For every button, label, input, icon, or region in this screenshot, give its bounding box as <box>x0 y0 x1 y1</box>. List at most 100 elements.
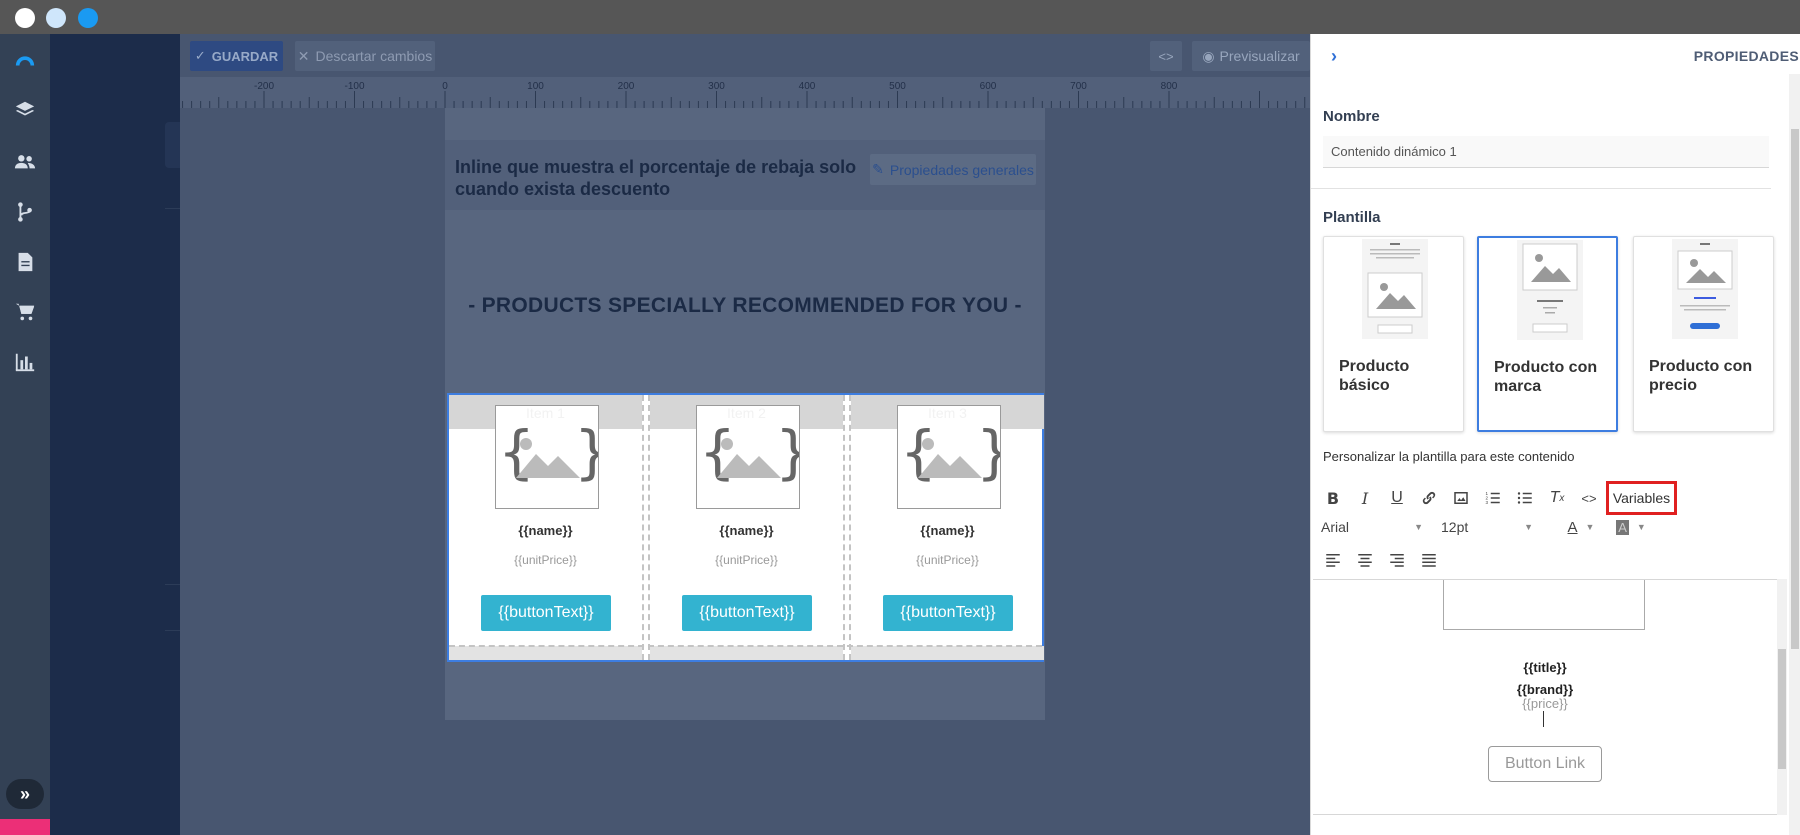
product-price: {{unitPrice}} <box>916 553 979 567</box>
item-label: Item 3 <box>928 405 967 421</box>
template-card-basic[interactable]: Producto básico <box>1323 236 1464 432</box>
ruler-tick-label: -100 <box>344 81 364 92</box>
ruler-tick-label: 100 <box>527 81 544 92</box>
close-icon: ✕ <box>297 47 310 64</box>
product-name: {{name}} <box>920 523 975 538</box>
reports-icon[interactable] <box>13 350 37 374</box>
name-label: Nombre <box>1323 108 1380 125</box>
background-color-button[interactable]: A ▼ <box>1611 515 1651 539</box>
align-left-icon[interactable] <box>1321 548 1345 572</box>
image-icon[interactable] <box>1449 486 1473 510</box>
email-heading: - PRODUCTS SPECIALLY RECOMMENDED FOR YOU… <box>468 294 1022 317</box>
ruler-tick-label: -200 <box>254 81 274 92</box>
preview-button[interactable]: ◉ Previsualizar <box>1192 41 1310 71</box>
link-icon[interactable] <box>1417 486 1441 510</box>
editor-brand-variable: {{brand}} <box>1516 682 1574 697</box>
user-incognito-icon[interactable] <box>0 819 50 835</box>
product-item[interactable]: {} Item 3 {{name}} {{unitPrice}} {{butto… <box>851 395 1044 660</box>
left-rail: » <box>0 34 50 835</box>
rich-text-toolbar: B I U 123 Tx <> Variables Arial ▼ 12pt ▼ A… <box>1311 474 1781 574</box>
source-code-icon[interactable]: <> <box>1577 486 1601 510</box>
panel-scrollbar[interactable] <box>1789 74 1800 835</box>
horizontal-ruler: -200 -100 0 100 200 300 400 500 600 700 800 <box>180 77 1310 108</box>
ruler-tick-label: 800 <box>1161 81 1178 92</box>
ruler-tick-label: 700 <box>1070 81 1087 92</box>
bullet-list-icon[interactable] <box>1513 486 1537 510</box>
item-label: Item 1 <box>526 405 565 421</box>
contacts-icon[interactable] <box>13 150 37 174</box>
ruler-tick-label: 500 <box>889 81 906 92</box>
ruler-tick-label: 400 <box>799 81 816 92</box>
caret-down-icon: ▼ <box>1524 522 1533 532</box>
email-title: Inline que muestra el porcentaje de reba… <box>455 157 857 199</box>
align-center-icon[interactable] <box>1353 548 1377 572</box>
ruler-tick-label: 600 <box>980 81 997 92</box>
name-field[interactable] <box>1323 136 1769 168</box>
window-close-button[interactable] <box>15 8 35 28</box>
clear-format-icon[interactable]: Tx <box>1545 486 1569 510</box>
editor-title-variable: {{title}} <box>1523 660 1567 675</box>
template-card-price[interactable]: Producto con precio <box>1633 236 1774 432</box>
flows-icon[interactable] <box>13 200 37 224</box>
ordered-list-icon[interactable]: 123 <box>1481 486 1505 510</box>
product-name: {{name}} <box>719 523 774 538</box>
product-button[interactable]: {{buttonText}} <box>883 595 1013 631</box>
product-button[interactable]: {{buttonText}} <box>481 595 611 631</box>
panel-title: PROPIEDADES <box>1693 48 1799 64</box>
secondary-nav <box>50 34 180 835</box>
window-maximize-button[interactable] <box>78 8 98 28</box>
window-minimize-button[interactable] <box>46 8 66 28</box>
general-properties-button[interactable]: ✎ Propiedades generales <box>870 154 1036 185</box>
ruler-tick-label: 200 <box>618 81 635 92</box>
logo-icon[interactable] <box>13 48 37 72</box>
document-icon[interactable] <box>13 250 37 274</box>
product-name: {{name}} <box>518 523 573 538</box>
template-thumbnail <box>1362 239 1428 339</box>
code-view-button[interactable]: <> <box>1150 41 1182 71</box>
product-button[interactable]: {{buttonText}} <box>682 595 812 631</box>
chevron-right-icon[interactable]: › <box>1331 46 1337 67</box>
save-button[interactable]: ✓ GUARDAR <box>190 41 283 71</box>
font-size-select[interactable]: 12pt ▼ <box>1441 514 1541 540</box>
expand-rail-button[interactable]: » <box>6 779 44 809</box>
item-label: Item 2 <box>727 405 766 421</box>
ruler-tick-label: 300 <box>708 81 725 92</box>
product-price: {{unitPrice}} <box>715 553 778 567</box>
variables-button[interactable]: Variables <box>1606 481 1677 515</box>
caret-down-icon: ▼ <box>1414 522 1423 532</box>
eye-icon: ◉ <box>1202 47 1215 64</box>
editor-price-variable: {{price}} <box>1522 696 1568 711</box>
product-item[interactable]: {} Item 2 {{name}} {{unitPrice}} {{butto… <box>650 395 843 660</box>
editor-scrollbar[interactable] <box>1777 579 1787 815</box>
editor-button-link[interactable]: Button Link <box>1488 746 1602 782</box>
properties-panel: › PROPIEDADES Nombre Plantilla Producto … <box>1310 34 1800 835</box>
panel-header: › PROPIEDADES <box>1311 34 1800 76</box>
template-thumbnail <box>1672 239 1738 339</box>
template-editor[interactable]: { } {{title}} {{brand}} {{price}} Button… <box>1313 579 1777 815</box>
bold-button[interactable]: B <box>1321 486 1345 510</box>
underline-button[interactable]: U <box>1385 486 1409 510</box>
italic-button[interactable]: I <box>1353 486 1377 510</box>
template-label: Plantilla <box>1323 209 1381 226</box>
cart-icon[interactable] <box>13 300 37 324</box>
align-justify-icon[interactable] <box>1417 548 1441 572</box>
template-thumbnail <box>1517 240 1583 340</box>
product-price: {{unitPrice}} <box>514 553 577 567</box>
text-color-button[interactable]: A ▼ <box>1561 515 1601 539</box>
discard-changes-button[interactable]: ✕ Descartar cambios <box>295 41 435 71</box>
text-cursor <box>1543 711 1544 727</box>
dynamic-content-block[interactable]: {} Item 1 {{name}} {{unitPrice}} {{butto… <box>447 393 1044 662</box>
product-item[interactable]: {} Item 1 {{name}} {{unitPrice}} {{butto… <box>449 395 642 660</box>
pencil-icon: ✎ <box>872 161 884 177</box>
font-family-select[interactable]: Arial ▼ <box>1321 514 1431 540</box>
customize-template-label: Personalizar la plantilla para este cont… <box>1323 449 1575 464</box>
check-icon: ✓ <box>194 48 206 63</box>
template-card-brand[interactable]: Producto con marca <box>1477 236 1618 432</box>
svg-text:3: 3 <box>1486 500 1489 505</box>
window-titlebar <box>0 0 1800 34</box>
align-right-icon[interactable] <box>1385 548 1409 572</box>
code-icon: <> <box>1158 48 1174 64</box>
ruler-tick-label: 0 <box>442 81 448 92</box>
layers-icon[interactable] <box>13 98 37 122</box>
template-label-text: Producto con precio <box>1649 358 1753 394</box>
